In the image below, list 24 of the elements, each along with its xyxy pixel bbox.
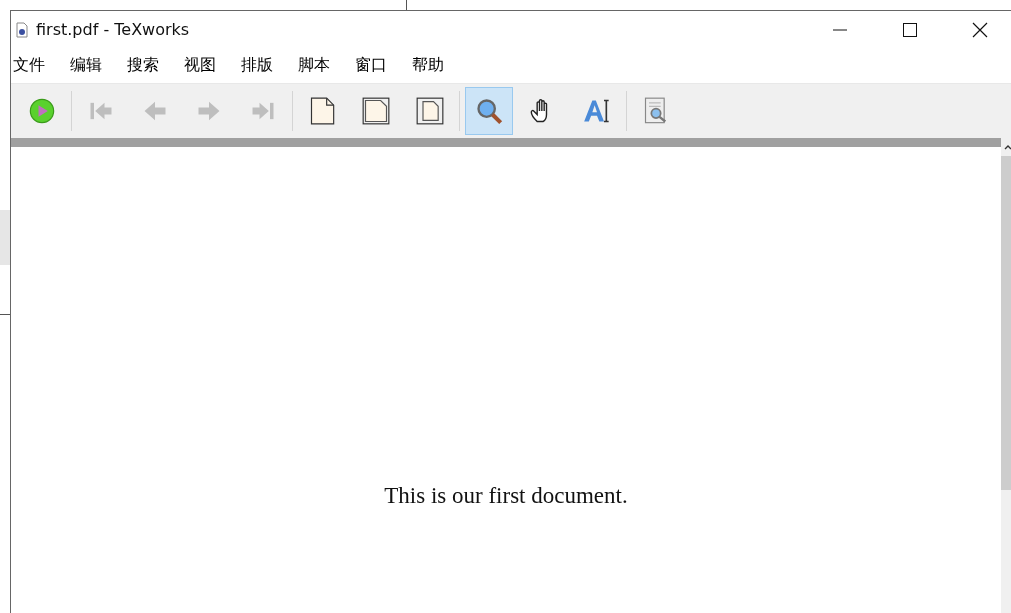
magnifier-icon bbox=[475, 97, 503, 125]
text-select-icon bbox=[583, 97, 611, 125]
menu-item[interactable]: 编辑 bbox=[70, 55, 110, 76]
background-panel bbox=[0, 210, 10, 265]
menu-item[interactable]: 帮助 bbox=[412, 55, 452, 76]
close-icon bbox=[972, 21, 988, 38]
page-icon bbox=[362, 97, 390, 125]
menu-item[interactable]: 脚本 bbox=[298, 55, 338, 76]
document-text: This is our first document. bbox=[384, 483, 628, 509]
menu-item[interactable]: 文件 bbox=[13, 55, 53, 76]
menu-item[interactable]: 搜索 bbox=[127, 55, 167, 76]
page-icon bbox=[416, 97, 444, 125]
menu-item[interactable]: 视图 bbox=[184, 55, 224, 76]
play-icon bbox=[28, 97, 56, 125]
menu-item[interactable]: 窗口 bbox=[355, 55, 395, 76]
scroll-up-icon[interactable] bbox=[1004, 144, 1011, 150]
maximize-icon bbox=[903, 22, 917, 37]
minimize-icon bbox=[833, 28, 847, 31]
window-title: first.pdf - TeXworks bbox=[36, 20, 190, 39]
document-icon bbox=[16, 21, 28, 38]
menu-item[interactable]: 排版 bbox=[241, 55, 281, 76]
scrollbar[interactable] bbox=[1001, 138, 1011, 613]
scroll-thumb[interactable] bbox=[1001, 156, 1011, 490]
page-icon bbox=[308, 97, 336, 125]
